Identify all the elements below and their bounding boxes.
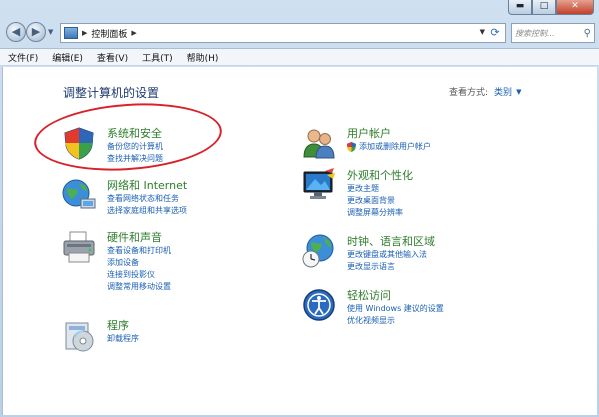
clock-globe-icon[interactable] bbox=[301, 233, 337, 269]
recent-pages-dropdown[interactable]: ▼ bbox=[48, 28, 53, 36]
category-link[interactable]: 卸载程序 bbox=[107, 333, 139, 345]
category-link[interactable]: 添加或删除用户帐户 bbox=[347, 141, 431, 153]
category-title[interactable]: 用户帐户 bbox=[347, 125, 431, 141]
control-panel-icon bbox=[64, 27, 78, 39]
view-by-label: 查看方式: bbox=[449, 88, 489, 98]
back-arrow-icon: ◀ bbox=[11, 25, 21, 38]
view-by-dropdown[interactable]: 类别 bbox=[494, 85, 512, 98]
category-title[interactable]: 硬件和声音 bbox=[107, 229, 171, 245]
search-placeholder: 搜索控制... bbox=[515, 28, 555, 38]
menu-bar: 文件(F) 编辑(E) 查看(V) 工具(T) 帮助(H) bbox=[0, 48, 599, 66]
forward-arrow-icon: ▶ bbox=[31, 25, 41, 38]
navigation-bar: ◀ ▶ ▼ ▶ 控制面板 ▶ ▼ ⟳ 搜索控制... ⚲ bbox=[0, 20, 599, 46]
breadcrumb-control-panel[interactable]: 控制面板 bbox=[91, 27, 127, 40]
page-title: 调整计算机的设置 bbox=[63, 86, 160, 100]
category-link[interactable]: 调整常用移动设置 bbox=[107, 281, 171, 293]
minimize-button[interactable]: ▬ bbox=[508, 0, 532, 15]
category-link[interactable]: 更改桌面背景 bbox=[347, 195, 413, 207]
category-link[interactable]: 优化视频显示 bbox=[347, 315, 444, 327]
category-link[interactable]: 调整屏幕分辨率 bbox=[347, 207, 413, 219]
display-icon[interactable] bbox=[301, 167, 337, 203]
forward-button[interactable]: ▶ bbox=[26, 22, 46, 42]
category-title[interactable]: 网络和 Internet bbox=[107, 177, 187, 193]
uac-shield-icon bbox=[347, 142, 356, 152]
category-link[interactable]: 查看设备和打印机 bbox=[107, 245, 171, 257]
category-link-text[interactable]: 添加或删除用户帐户 bbox=[359, 142, 431, 151]
category-title[interactable]: 外观和个性化 bbox=[347, 167, 413, 183]
menu-help[interactable]: 帮助(H) bbox=[187, 51, 219, 64]
search-input[interactable]: 搜索控制... ⚲ bbox=[511, 23, 595, 43]
category-link[interactable]: 使用 Windows 建议的设置 bbox=[347, 303, 444, 315]
menu-view[interactable]: 查看(V) bbox=[97, 51, 128, 64]
category-link[interactable]: 更改键盘或其他输入法 bbox=[347, 249, 435, 261]
printer-icon[interactable] bbox=[61, 229, 97, 265]
breadcrumb-chevron-icon[interactable]: ▶ bbox=[82, 29, 87, 37]
users-icon[interactable] bbox=[301, 125, 337, 161]
category-link[interactable]: 更改显示语言 bbox=[347, 261, 435, 273]
menu-tools[interactable]: 工具(T) bbox=[142, 51, 173, 64]
address-bar[interactable]: ▶ 控制面板 ▶ ▼ ⟳ bbox=[60, 23, 506, 43]
view-by-control: 查看方式: 类别 ▼ bbox=[449, 85, 521, 99]
category-link[interactable]: 更改主题 bbox=[347, 183, 413, 195]
search-icon[interactable]: ⚲ bbox=[584, 28, 591, 39]
title-bar: ▬ □ ✕ bbox=[0, 0, 599, 18]
programs-icon[interactable] bbox=[61, 317, 97, 353]
category-title[interactable]: 时钟、语言和区域 bbox=[347, 233, 435, 249]
category-link[interactable]: 连接到投影仪 bbox=[107, 269, 171, 281]
category-link[interactable]: 添加设备 bbox=[107, 257, 171, 269]
breadcrumb-chevron-icon[interactable]: ▶ bbox=[131, 29, 136, 37]
address-history-dropdown-icon[interactable]: ▼ bbox=[480, 28, 485, 36]
category-link[interactable]: 查看网络状态和任务 bbox=[107, 193, 187, 205]
close-button[interactable]: ✕ bbox=[556, 0, 594, 15]
category-link[interactable]: 选择家庭组和共享选项 bbox=[107, 205, 187, 217]
window-controls: ▬ □ ✕ bbox=[508, 0, 594, 15]
ease-of-access-icon[interactable] bbox=[301, 287, 337, 323]
refresh-icon[interactable]: ⟳ bbox=[487, 25, 503, 41]
network-globe-icon[interactable] bbox=[61, 177, 97, 213]
chevron-down-icon[interactable]: ▼ bbox=[516, 88, 521, 96]
menu-file[interactable]: 文件(F) bbox=[8, 51, 38, 64]
back-button[interactable]: ◀ bbox=[6, 22, 26, 42]
maximize-button[interactable]: □ bbox=[532, 0, 556, 15]
category-title[interactable]: 程序 bbox=[107, 317, 139, 333]
category-title[interactable]: 轻松访问 bbox=[347, 287, 444, 303]
menu-edit[interactable]: 编辑(E) bbox=[52, 51, 83, 64]
control-panel-window: ▬ □ ✕ ◀ ▶ ▼ ▶ 控制面板 ▶ ▼ ⟳ 搜索控制... ⚲ 文件(F)… bbox=[0, 0, 599, 417]
